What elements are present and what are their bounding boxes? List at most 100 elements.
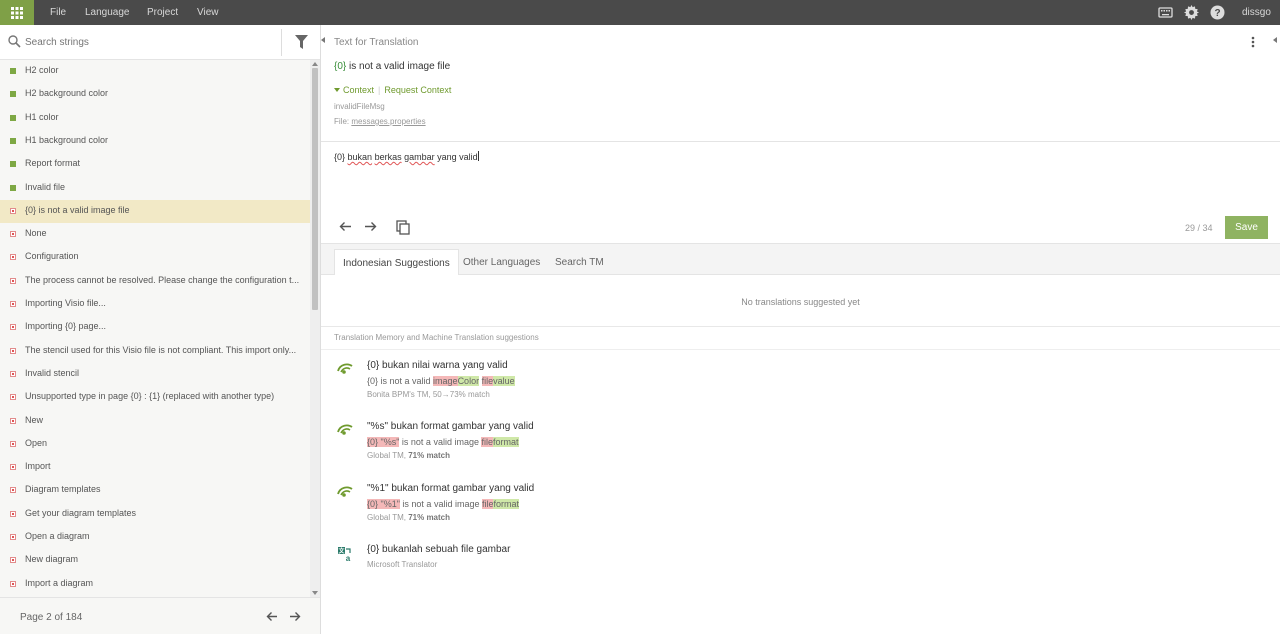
string-list-item[interactable]: Importing {0} page... bbox=[0, 316, 310, 339]
arrow-right-icon[interactable] bbox=[289, 611, 301, 622]
no-suggestions-message: No translations suggested yet bbox=[741, 297, 860, 307]
string-list-item[interactable]: Import a diagram bbox=[0, 573, 310, 596]
translation-suffix: yang valid bbox=[434, 152, 478, 162]
string-list-item[interactable]: Invalid stencil bbox=[0, 363, 310, 386]
string-list-item[interactable]: The process cannot be resolved. Please c… bbox=[0, 270, 310, 293]
string-label: Open bbox=[25, 437, 48, 448]
string-list-item[interactable]: Importing Visio file... bbox=[0, 293, 310, 316]
apps-grid-button[interactable] bbox=[0, 0, 34, 25]
diff-deleted: file bbox=[481, 437, 493, 447]
string-list-item[interactable]: Report format bbox=[0, 153, 310, 176]
help-icon[interactable]: ? bbox=[1210, 5, 1225, 20]
pager: Page 2 of 184 bbox=[0, 597, 320, 634]
suggestion-item[interactable]: "%1" bukan format gambar yang valid {0} … bbox=[321, 483, 1280, 543]
save-button[interactable]: Save bbox=[1225, 216, 1268, 239]
diff-deleted: file bbox=[481, 376, 494, 386]
translation-prefix: {0} bbox=[334, 152, 348, 162]
menu-view[interactable]: View bbox=[197, 7, 219, 18]
placeholder-token: {0} bbox=[334, 61, 347, 72]
request-context-link[interactable]: Request Context bbox=[384, 85, 451, 95]
translation-editor[interactable]: {0} bukan berkas gambar yang valid bbox=[334, 151, 479, 162]
untranslated-status-icon bbox=[10, 207, 16, 214]
tab-search-tm[interactable]: Search TM bbox=[547, 249, 612, 275]
keyboard-icon[interactable] bbox=[1158, 5, 1173, 20]
string-label: H1 background color bbox=[25, 134, 109, 145]
collapse-left-arrow-icon[interactable] bbox=[321, 37, 325, 43]
string-list-item[interactable]: Open bbox=[0, 433, 310, 456]
untranslated-status-icon bbox=[10, 370, 16, 377]
string-label: New bbox=[25, 414, 44, 425]
untranslated-status-icon bbox=[10, 324, 16, 331]
string-list-item[interactable]: Import bbox=[0, 456, 310, 479]
file-info: File: messages.properties bbox=[334, 117, 426, 126]
microsoft-translator-icon: 文 a bbox=[337, 547, 351, 562]
context-toggle[interactable]: Context bbox=[343, 85, 374, 95]
string-counter: 29 / 34 bbox=[1185, 223, 1213, 233]
string-list-item[interactable]: Open a diagram bbox=[0, 526, 310, 549]
divider bbox=[321, 326, 1280, 327]
string-label: Report format bbox=[25, 158, 81, 169]
string-list-item[interactable]: Configuration bbox=[0, 246, 310, 269]
svg-text:a: a bbox=[346, 554, 351, 562]
arrow-left-icon[interactable] bbox=[339, 221, 352, 232]
untranslated-status-icon bbox=[10, 534, 16, 540]
tab-other-languages[interactable]: Other Languages bbox=[455, 249, 548, 275]
diff-deleted: image bbox=[433, 376, 458, 386]
diff-deleted: file bbox=[481, 499, 494, 509]
arrow-left-icon[interactable] bbox=[266, 611, 278, 622]
filter-icon[interactable] bbox=[295, 35, 308, 49]
untranslated-status-icon bbox=[10, 231, 16, 238]
string-list-item[interactable]: H2 background color bbox=[0, 83, 310, 106]
translated-status-icon bbox=[10, 91, 16, 98]
collapse-right-arrow-icon[interactable] bbox=[1273, 37, 1277, 43]
source-text-rest: is not a valid image file bbox=[346, 61, 451, 72]
string-list-item[interactable]: H2 color bbox=[0, 60, 310, 83]
string-list-item[interactable]: H1 color bbox=[0, 107, 310, 130]
suggestion-text: {0} bukanlah sebuah file gambar bbox=[367, 544, 511, 555]
scrollbar[interactable] bbox=[310, 60, 320, 597]
string-label: H2 color bbox=[25, 65, 59, 75]
more-options-icon[interactable] bbox=[1251, 36, 1255, 48]
menu-project[interactable]: Project bbox=[147, 7, 178, 18]
untranslated-status-icon bbox=[10, 440, 16, 447]
editor-panel: Text for Translation {0} is not a valid … bbox=[321, 25, 1280, 634]
tab-indonesian-suggestions[interactable]: Indonesian Suggestions bbox=[334, 249, 459, 275]
scroll-up-arrow-icon[interactable] bbox=[312, 62, 318, 66]
match-percent: 71% match bbox=[408, 513, 450, 522]
suggestion-item[interactable]: "%s" bukan format gambar yang valid {0} … bbox=[321, 421, 1280, 481]
menu-file[interactable]: File bbox=[50, 7, 66, 18]
misspelled-word: gambar bbox=[404, 152, 435, 162]
user-menu[interactable]: dissgo bbox=[1242, 7, 1271, 18]
untranslated-status-icon bbox=[10, 487, 16, 494]
string-list-item[interactable]: Diagram templates bbox=[0, 479, 310, 502]
string-list-item[interactable]: New bbox=[0, 410, 310, 433]
suggestion-text: "%s" bukan format gambar yang valid bbox=[367, 421, 534, 432]
string-label: Get your diagram templates bbox=[25, 507, 137, 518]
string-list-item[interactable]: None bbox=[0, 223, 310, 246]
string-list-item[interactable]: New diagram bbox=[0, 549, 310, 572]
string-list-item[interactable]: Unsupported type in page {0} : {1} (repl… bbox=[0, 386, 310, 409]
file-link[interactable]: messages.properties bbox=[351, 117, 425, 126]
string-list-item[interactable]: Invalid file bbox=[0, 177, 310, 200]
menu-language[interactable]: Language bbox=[85, 7, 130, 18]
scrollbar-thumb[interactable] bbox=[312, 68, 318, 310]
arrow-right-icon[interactable] bbox=[364, 221, 377, 232]
translated-status-icon bbox=[10, 68, 16, 74]
diff-inserted: format bbox=[493, 499, 519, 509]
string-list-item[interactable]: {0} is not a valid image file bbox=[0, 199, 310, 223]
copy-source-icon[interactable] bbox=[396, 220, 410, 235]
string-label: Invalid stencil bbox=[25, 367, 80, 378]
search-input[interactable] bbox=[25, 34, 275, 50]
scroll-down-arrow-icon[interactable] bbox=[312, 591, 318, 595]
suggestion-source-diff: {0} is not a valid imageColor filevalue bbox=[367, 376, 515, 386]
string-label: Unsupported type in page {0} : {1} (repl… bbox=[25, 391, 275, 402]
string-list-item[interactable]: The stencil used for this Visio file is … bbox=[0, 340, 310, 363]
suggestion-item[interactable]: 文 a {0} bukanlah sebuah file gambar Micr… bbox=[321, 544, 1280, 604]
separator: | bbox=[378, 85, 381, 95]
string-list-item[interactable]: H1 background color bbox=[0, 130, 310, 153]
string-list-item[interactable]: Get your diagram templates bbox=[0, 503, 310, 526]
suggestion-item[interactable]: {0} bukan nilai warna yang valid {0} is … bbox=[321, 360, 1280, 420]
string-list: H2 color H2 background color H1 color H1 ba… bbox=[0, 60, 310, 597]
gear-icon[interactable] bbox=[1184, 5, 1199, 20]
misspelled-word: bukan bbox=[347, 152, 373, 162]
